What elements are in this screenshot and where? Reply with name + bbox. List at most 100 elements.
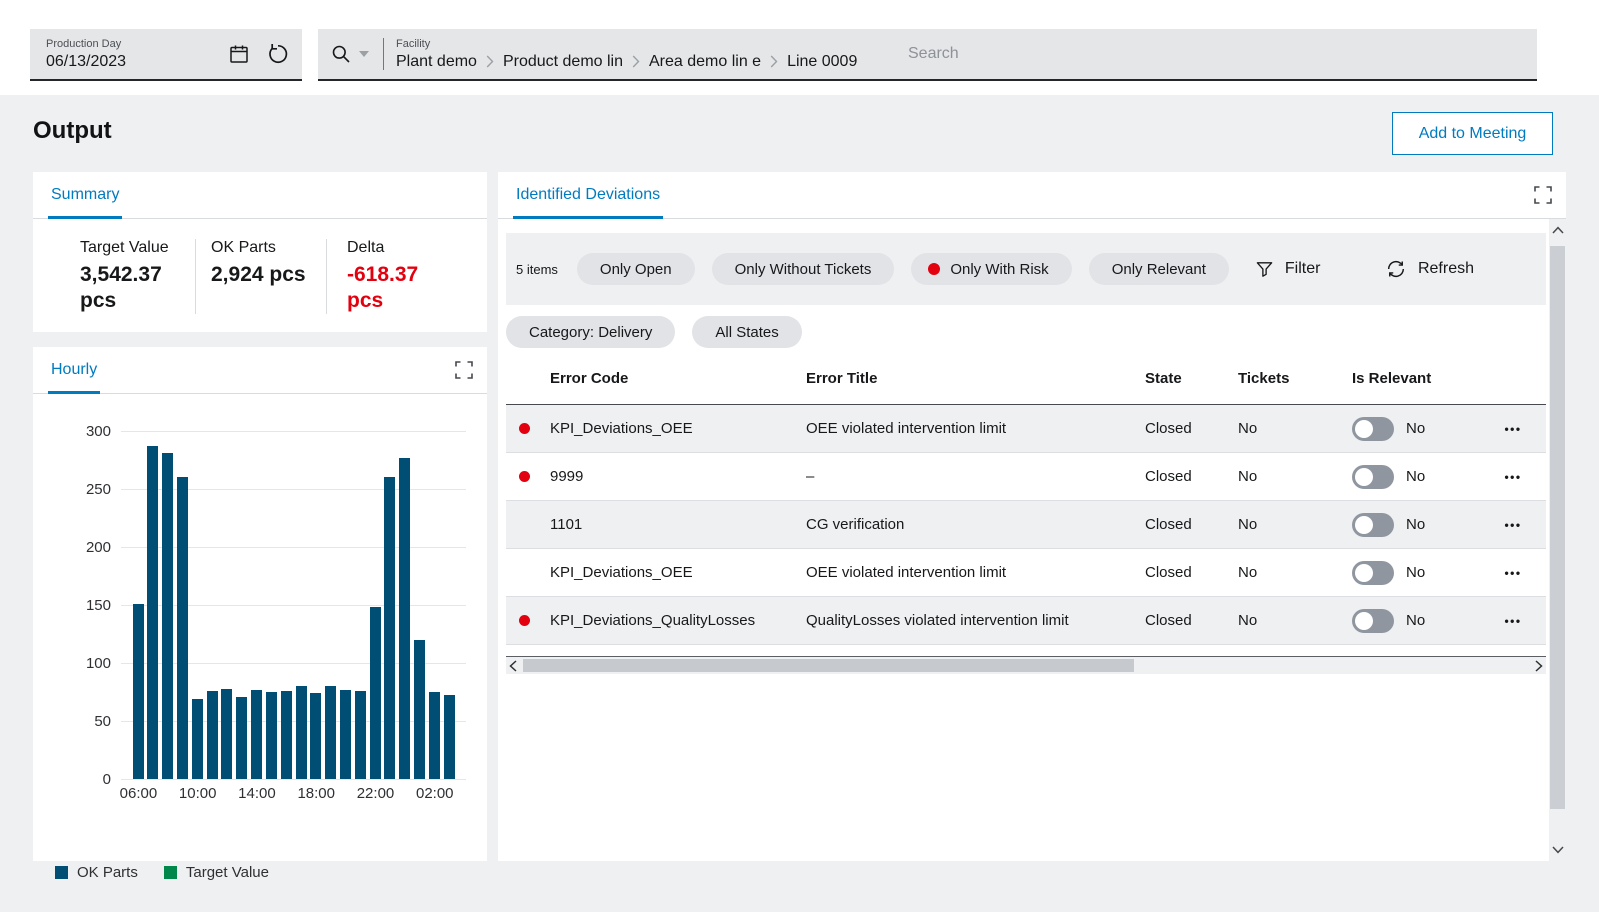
x-tick-label: 10:00 [178, 785, 217, 802]
vertical-scrollbar-thumb[interactable] [1550, 246, 1565, 809]
column-header-actions [1480, 353, 1546, 404]
applied-filter-chip[interactable]: Category: Delivery [506, 316, 676, 348]
table-row[interactable]: KPI_Deviations_OEE OEE violated intervent… [506, 405, 1546, 453]
quick-filter-chip[interactable]: Only With Risk [911, 253, 1072, 285]
is-relevant-toggle[interactable] [1352, 608, 1394, 633]
is-relevant-toggle[interactable] [1352, 512, 1394, 537]
table-row[interactable]: 1101 CG verification Closed No No ••• [506, 501, 1546, 549]
breadcrumb-item[interactable]: Plant demo [396, 53, 477, 71]
cell-tickets: No [1238, 468, 1258, 485]
cell-is-relevant: No [1344, 549, 1480, 596]
deviations-header: Identified Deviations [498, 172, 1566, 219]
reset-icon[interactable] [266, 42, 290, 66]
tab-hourly[interactable]: Hourly [48, 347, 101, 394]
hourly-card-header: Hourly [33, 347, 487, 394]
row-actions-menu[interactable]: ••• [1504, 566, 1521, 580]
breadcrumb-item[interactable]: Area demo lin e [649, 53, 761, 71]
legend-item: Target Value [163, 864, 269, 881]
search-input[interactable]: Search [908, 45, 959, 63]
legend-swatch [55, 866, 68, 879]
quick-filter-chips: Only Open Only Without Tickets Only With R… [576, 253, 1229, 285]
bar-ok-parts [221, 688, 233, 779]
applied-filter-chip[interactable]: All States [692, 316, 802, 348]
horizontal-scrollbar-track[interactable] [520, 657, 1532, 674]
quick-filter-chip[interactable]: Only Open [576, 253, 695, 285]
vertical-scrollbar[interactable] [1549, 219, 1566, 861]
refresh-button[interactable]: Refresh [1385, 258, 1474, 280]
column-header: State [1145, 370, 1182, 387]
tab-identified-deviations[interactable]: Identified Deviations [513, 172, 664, 219]
horizontal-scrollbar[interactable] [506, 656, 1546, 674]
table-row[interactable]: KPI_Deviations_QualityLosses QualityLosse… [506, 597, 1546, 645]
bar-ok-parts [310, 693, 322, 779]
row-actions-menu[interactable]: ••• [1504, 518, 1521, 532]
row-actions-menu[interactable]: ••• [1504, 422, 1521, 436]
x-tick-label: 06:00 [119, 785, 158, 802]
risk-dot-icon [518, 471, 530, 482]
scroll-left-icon[interactable] [506, 659, 520, 672]
cell-actions: ••• [1480, 549, 1546, 596]
row-actions-menu[interactable]: ••• [1504, 470, 1521, 484]
summary-stat: OK Parts 2,924 pcs [196, 239, 327, 314]
dropdown-caret-icon[interactable] [359, 51, 369, 57]
toggle-knob [1355, 563, 1373, 582]
chip-label: Only Relevant [1111, 260, 1206, 278]
production-day-value: 06/13/2023 [46, 52, 127, 70]
cell-error-title: CG verification [806, 516, 905, 533]
screen: Production Day 06/13/2023 Facility Plant… [0, 0, 1599, 912]
x-tick-label: 02:00 [415, 785, 454, 802]
search-scope-icon[interactable] [330, 43, 352, 65]
page-body: Output Add to Meeting Summary Target Val… [0, 95, 1599, 912]
y-tick-label: 300 [85, 423, 111, 440]
fullscreen-icon[interactable] [455, 361, 473, 379]
filter-button[interactable]: Filter [1255, 260, 1320, 279]
horizontal-scrollbar-thumb[interactable] [523, 659, 1134, 672]
bar-ok-parts [399, 457, 411, 779]
chip-label: Only Open [599, 260, 672, 278]
production-day-field[interactable]: Production Day 06/13/2023 [30, 29, 302, 81]
bar-ok-parts [428, 692, 440, 779]
summary-card-header: Summary [33, 172, 487, 219]
breadcrumb-item[interactable]: Line 0009 [787, 53, 857, 71]
bar-ok-parts [251, 689, 263, 779]
x-tick-label: 14:00 [238, 785, 276, 802]
bar-ok-parts [206, 690, 218, 779]
quick-filter-chip[interactable]: Only Without Tickets [711, 253, 895, 285]
bar-ok-parts [443, 695, 455, 779]
cell-risk [506, 549, 542, 596]
bar-ok-parts [354, 690, 366, 779]
column-header: Error Title [806, 370, 878, 387]
chip-label: Only Without Tickets [734, 260, 872, 278]
chip-label: Category: Delivery [529, 323, 653, 341]
table-row[interactable]: KPI_Deviations_OEE OEE violated intervent… [506, 549, 1546, 597]
breadcrumb-item[interactable]: Product demo lin [503, 53, 623, 71]
calendar-icon[interactable] [228, 43, 250, 65]
scroll-up-icon[interactable] [1549, 226, 1566, 234]
cell-error-title: OEE violated intervention limit [806, 564, 1007, 581]
tab-summary[interactable]: Summary [48, 172, 123, 219]
scroll-down-icon[interactable] [1549, 846, 1566, 854]
cell-actions: ••• [1480, 453, 1546, 500]
table-row[interactable]: 9999 – Closed No No ••• [506, 453, 1546, 501]
quick-filter-chip[interactable]: Only Relevant [1088, 253, 1229, 285]
toggle-knob [1355, 611, 1373, 630]
is-relevant-toggle[interactable] [1352, 464, 1394, 489]
fullscreen-icon[interactable] [1534, 186, 1552, 204]
x-tick-label: 22:00 [356, 785, 395, 802]
row-actions-menu[interactable]: ••• [1504, 614, 1521, 628]
scroll-right-icon[interactable] [1532, 659, 1546, 672]
table-header: Error Code Error Title State Tickets Is Rele… [506, 353, 1546, 405]
cell-is-relevant: No [1344, 453, 1480, 500]
is-relevant-toggle[interactable] [1352, 416, 1394, 441]
cell-risk [506, 597, 542, 644]
add-to-meeting-button[interactable]: Add to Meeting [1392, 112, 1553, 155]
cell-state: Closed [1145, 468, 1192, 485]
is-relevant-toggle[interactable] [1352, 560, 1394, 585]
stat-label: Target Value [80, 239, 169, 256]
page-title: Output [33, 117, 112, 144]
deviations-content: 5 items Only Open Only Without Tickets Onl… [498, 219, 1549, 861]
items-count: 5 items [516, 261, 558, 277]
cell-state: Closed [1145, 612, 1192, 629]
chip-label: Only With Risk [950, 260, 1049, 278]
y-tick-label: 0 [102, 771, 111, 788]
